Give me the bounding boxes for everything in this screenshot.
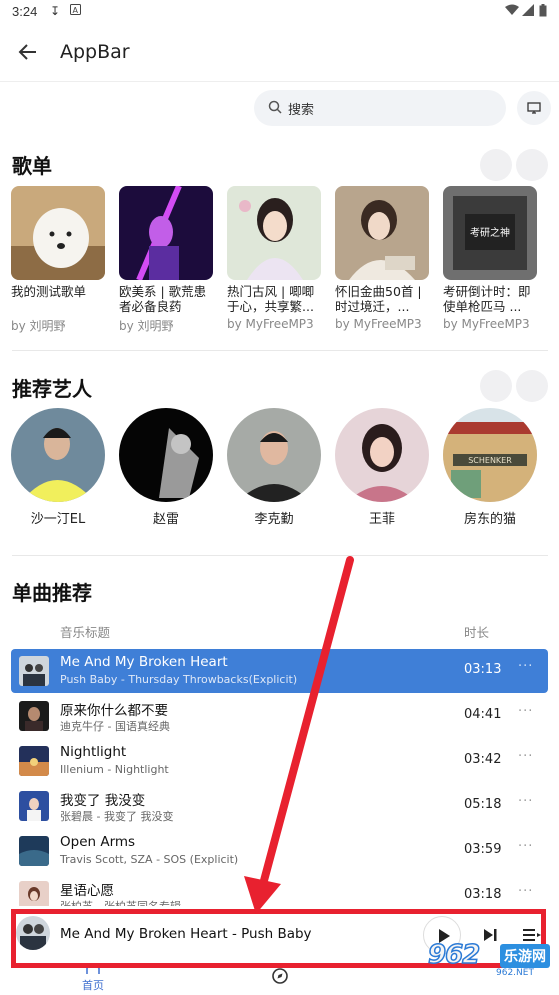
site-watermark: 962 乐游网 962.NET	[426, 939, 556, 984]
annotation-arrow	[244, 556, 354, 914]
app-screen: 3:24 ↧ A AppBar 搜索 歌单 我的测试歌单 by 刘明野 欧美系 …	[0, 0, 559, 995]
watermark-url: 962.NET	[496, 968, 534, 978]
watermark-label: 乐游网	[500, 944, 550, 968]
watermark-number: 962	[427, 939, 481, 971]
